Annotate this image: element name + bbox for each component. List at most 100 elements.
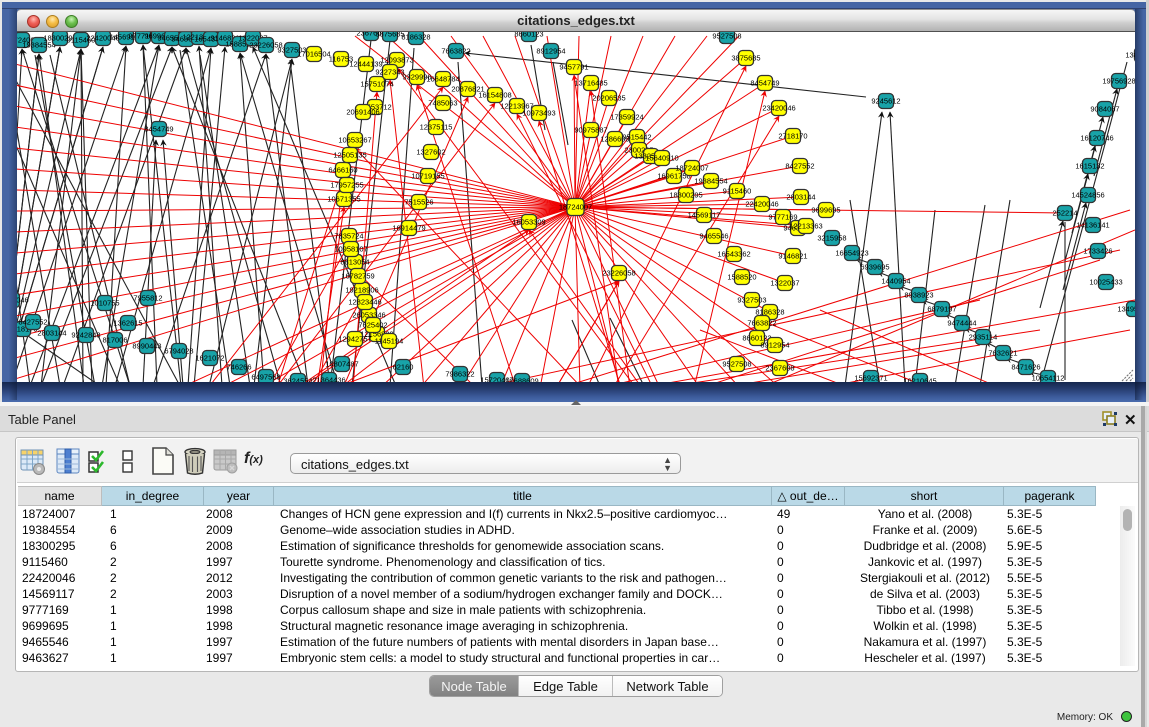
- svg-text:16543362: 16543362: [717, 250, 750, 259]
- svg-text:9527508: 9527508: [712, 32, 741, 41]
- svg-text:18300295: 18300295: [669, 191, 702, 200]
- svg-text:9115460: 9115460: [723, 187, 752, 196]
- svg-text:14569117: 14569117: [688, 211, 721, 220]
- svg-text:90975887: 90975887: [574, 126, 607, 135]
- svg-text:7663822: 7663822: [441, 47, 470, 56]
- svg-text:23420046: 23420046: [17, 296, 29, 305]
- svg-text:12942757: 12942757: [338, 335, 371, 344]
- svg-text:7955812: 7955812: [133, 294, 162, 303]
- svg-text:9084067: 9084067: [1090, 105, 1119, 114]
- svg-text:17957255: 17957255: [330, 181, 363, 190]
- svg-text:1588520: 1588520: [727, 273, 756, 282]
- svg-text:6466160: 6466160: [328, 166, 357, 175]
- svg-text:6497568: 6497568: [251, 373, 280, 382]
- svg-text:12213363: 12213363: [789, 222, 822, 231]
- svg-text:8454749: 8454749: [144, 125, 173, 134]
- svg-text:15640910: 15640910: [645, 154, 678, 163]
- svg-text:17016504: 17016504: [297, 50, 330, 59]
- svg-text:16210645: 16210645: [903, 377, 936, 383]
- svg-text:17359924: 17359924: [610, 113, 643, 122]
- svg-text:9242848: 9242848: [71, 331, 100, 340]
- svg-text:13716485: 13716485: [574, 79, 607, 88]
- svg-text:252214: 252214: [1052, 209, 1077, 218]
- svg-text:10958107: 10958107: [334, 245, 367, 254]
- svg-text:746266: 746266: [226, 363, 251, 372]
- svg-text:1327602: 1327602: [416, 148, 445, 157]
- svg-text:18724007: 18724007: [675, 164, 708, 173]
- svg-text:9515442: 9515442: [622, 133, 651, 142]
- svg-text:16654923: 16654923: [835, 249, 868, 258]
- svg-text:21364436: 21364436: [312, 376, 345, 383]
- svg-text:9457791: 9457791: [559, 63, 588, 72]
- svg-text:3624554: 3624554: [283, 377, 312, 383]
- svg-text:20206535: 20206535: [592, 94, 625, 103]
- svg-text:15692371: 15692371: [854, 374, 887, 383]
- svg-text:7515526: 7515526: [404, 198, 433, 207]
- svg-text:16782759: 16782759: [341, 272, 374, 281]
- svg-text:6939695: 6939695: [860, 263, 889, 272]
- svg-text:3875685: 3875685: [375, 32, 404, 39]
- svg-text:10973493: 10973493: [522, 109, 555, 118]
- svg-text:7835724: 7835724: [334, 232, 363, 241]
- svg-text:12823446: 12823446: [348, 298, 381, 307]
- svg-text:9245612: 9245612: [871, 97, 900, 106]
- svg-text:6879197: 6879197: [927, 305, 956, 314]
- svg-text:1615132: 1615132: [1075, 162, 1104, 171]
- svg-text:817006: 817006: [102, 336, 127, 345]
- svg-text:8660123: 8660123: [514, 32, 543, 39]
- svg-text:6794028: 6794028: [164, 347, 193, 356]
- svg-text:7632621: 7632621: [988, 349, 1017, 358]
- svg-text:2718170: 2718170: [778, 132, 807, 141]
- svg-text:2803144: 2803144: [37, 329, 66, 338]
- svg-text:7625402: 7625402: [358, 321, 387, 330]
- svg-text:10654112: 10654112: [1032, 374, 1065, 383]
- svg-text:16120746: 16120746: [1080, 134, 1113, 143]
- svg-text:23226058: 23226058: [602, 269, 635, 278]
- svg-text:8186328: 8186328: [401, 33, 430, 42]
- svg-text:19756928: 19756928: [1102, 77, 1135, 86]
- svg-text:16914479: 16914479: [392, 224, 425, 233]
- svg-text:8912954: 8912954: [760, 341, 789, 350]
- svg-text:1362615: 1362615: [113, 319, 142, 328]
- svg-text:8938923: 8938923: [904, 291, 933, 300]
- svg-text:10719155: 10719155: [411, 172, 444, 181]
- svg-text:10807487: 10807487: [325, 360, 358, 369]
- svg-text:16053309: 16053309: [512, 218, 545, 227]
- svg-text:1322037: 1322037: [770, 279, 799, 288]
- svg-text:7663822: 7663822: [747, 319, 776, 328]
- svg-text:1145194: 1145194: [375, 337, 404, 346]
- svg-text:3875685: 3875685: [731, 54, 760, 63]
- svg-text:8427552: 8427552: [18, 318, 47, 327]
- svg-text:15751074: 15751074: [360, 80, 393, 89]
- svg-text:9146821: 9146821: [778, 252, 807, 261]
- svg-text:12505135: 12505135: [333, 151, 366, 160]
- svg-text:62160: 62160: [393, 363, 414, 372]
- svg-text:9227343: 9227343: [375, 68, 404, 77]
- svg-text:12093873: 12093873: [380, 56, 413, 65]
- svg-text:8813054: 8813054: [340, 258, 369, 267]
- svg-text:20691406: 20691406: [346, 108, 379, 117]
- svg-text:1010755: 1010755: [90, 299, 119, 308]
- svg-text:18724007: 18724007: [559, 203, 592, 212]
- svg-text:3215958: 3215958: [817, 234, 846, 243]
- svg-text:7986322: 7986322: [445, 370, 474, 379]
- svg-text:9699695: 9699695: [811, 206, 840, 215]
- svg-text:8471626: 8471626: [1011, 363, 1040, 372]
- svg-text:19384554: 19384554: [694, 177, 727, 186]
- svg-text:2367608: 2367608: [765, 364, 794, 373]
- svg-text:23420046: 23420046: [762, 104, 795, 113]
- svg-text:22420046: 22420046: [745, 200, 778, 209]
- svg-text:8427552: 8427552: [785, 162, 814, 171]
- svg-text:19218906: 19218906: [345, 286, 378, 295]
- svg-text:9527508: 9527508: [722, 360, 751, 369]
- svg-text:14524856: 14524856: [1071, 191, 1104, 200]
- svg-text:1440954: 1440954: [881, 277, 910, 286]
- svg-text:1621072: 1621072: [195, 354, 224, 363]
- svg-text:10688609: 10688609: [505, 377, 538, 383]
- svg-text:1733426: 1733426: [1083, 247, 1112, 256]
- svg-text:14136141: 14136141: [1076, 221, 1109, 230]
- svg-text:8912954: 8912954: [536, 47, 565, 56]
- svg-text:16154808: 16154808: [478, 91, 511, 100]
- svg-text:13495794: 13495794: [1117, 305, 1135, 314]
- svg-text:9465546: 9465546: [699, 232, 728, 241]
